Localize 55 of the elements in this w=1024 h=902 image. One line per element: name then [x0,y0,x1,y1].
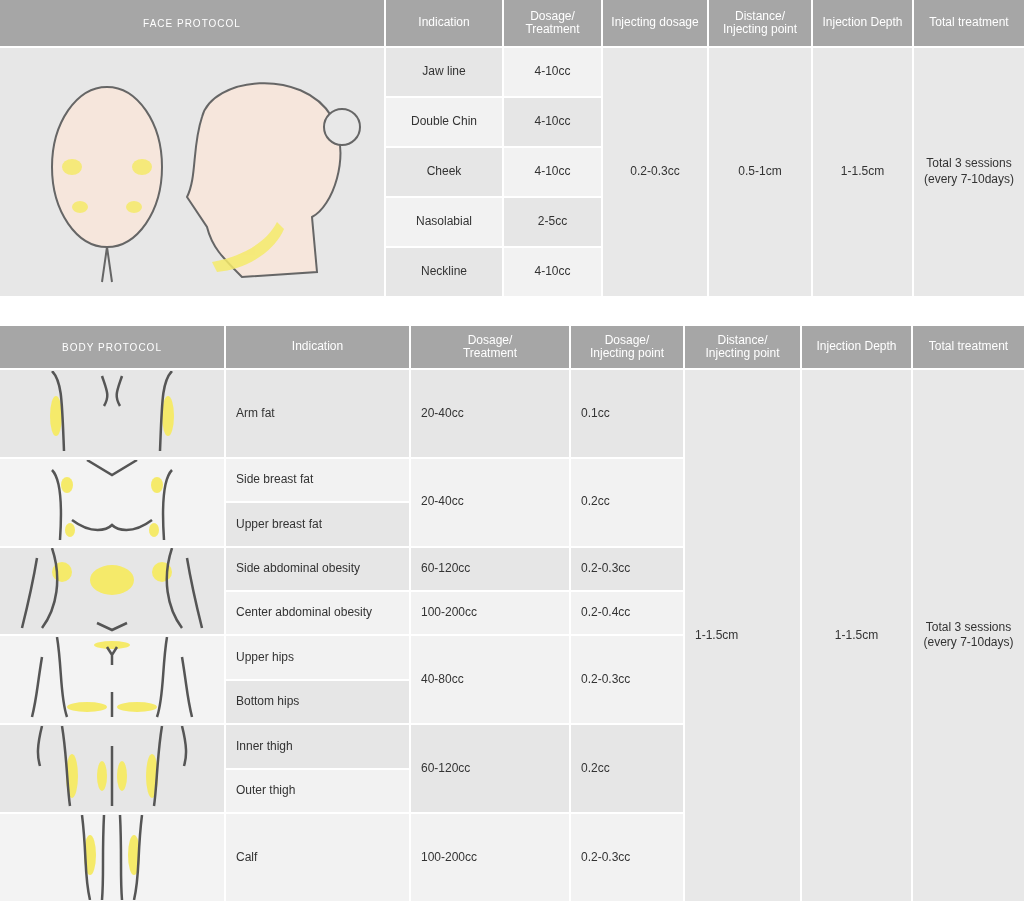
table-cell: Outer thigh [226,769,409,812]
table-cell: 20-40cc [411,370,569,457]
table-cell: Upper breast fat [226,503,409,546]
table-header: Distance/ Injecting point [685,326,800,368]
table-cell: 4-10cc [504,98,601,146]
table-cell: 0.2-0.3cc [571,813,683,901]
table-header: Indication [226,326,409,368]
table-cell: Neckline [386,248,502,296]
table-header: Injection Depth [813,0,912,46]
table-cell: Side breast fat [226,458,409,502]
table-header: Injection Depth [802,326,911,368]
table-cell: 1-1.5cm [685,370,800,901]
table-cell: 20-40cc [411,458,569,546]
table-header: Dosage/ Treatment [411,326,569,368]
table-cell: 4-10cc [504,48,601,96]
table-cell: 0.2-0.3cc [571,636,683,724]
table-header: Dosage/ Injecting point [571,326,683,368]
table-header: Total treatment [914,0,1024,46]
table-cell: Center abdominal obesity [226,591,409,635]
table-cell: 2-5cc [504,198,601,246]
table-header: Distance/ Injecting point [709,0,811,46]
table-cell: Total 3 sessions (every 7-10days) [913,370,1024,901]
table-cell: Arm fat [226,370,409,457]
table-cell: 0.2cc [571,725,683,812]
table-cell: 4-10cc [504,248,601,296]
table-cell: Upper hips [226,636,409,679]
table-cell: 60-120cc [411,725,569,812]
table-header: Total treatment [913,326,1024,368]
table-cell: Calf [226,813,409,901]
table-header: FACE PROTOCOL [0,0,384,46]
table-header: Dosage/ Treatment [504,0,601,46]
table-cell: Jaw line [386,48,502,96]
table-cell: 4-10cc [504,148,601,196]
table-header: BODY PROTOCOL [0,326,224,368]
table-cell: 1-1.5cm [813,48,912,296]
table-cell: Bottom hips [226,680,409,724]
table-cell: 0.2cc [571,458,683,546]
table-cell: 100-200cc [411,813,569,901]
table-cell: Cheek [386,148,502,196]
table-cell: 100-200cc [411,591,569,635]
table-header: Indication [386,0,502,46]
table-cell: 0.2-0.3cc [571,547,683,590]
table-cell: 0.2-0.4cc [571,591,683,635]
table-cell: Total 3 sessions (every 7-10days) [914,48,1024,296]
table-cell: 40-80cc [411,636,569,724]
table-cell: Nasolabial [386,198,502,246]
table-cell: 60-120cc [411,547,569,590]
table-cell: Inner thigh [226,725,409,768]
table-cell: 0.1cc [571,370,683,457]
table-cell: Side abdominal obesity [226,547,409,590]
table-cell: 1-1.5cm [802,370,911,901]
table-cell: 0.5-1cm [709,48,811,296]
table-cell: 0.2-0.3cc [603,48,707,296]
table-header: Injecting dosage [603,0,707,46]
table-cell: Double Chin [386,98,502,146]
